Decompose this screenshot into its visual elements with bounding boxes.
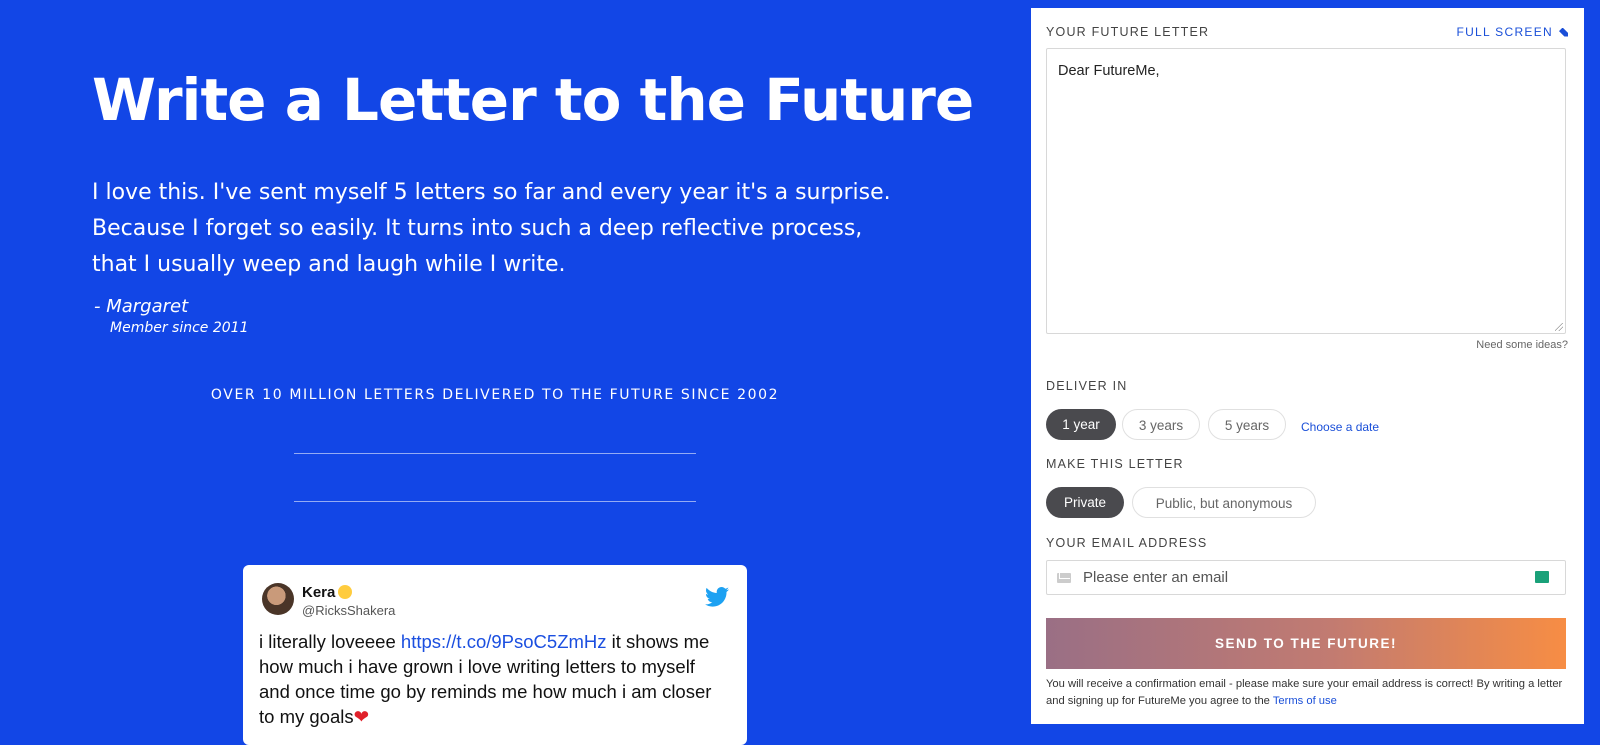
choose-date-link[interactable]: Choose a date	[1301, 420, 1379, 434]
full-screen-button[interactable]: FULL SCREEN	[1456, 25, 1568, 39]
full-screen-label: FULL SCREEN	[1456, 25, 1553, 39]
privacy-option-public[interactable]: Public, but anonymous	[1132, 487, 1316, 518]
testimonial-author: - Margaret	[94, 296, 189, 317]
resize-handle-icon[interactable]	[1555, 323, 1563, 331]
testimonial-member-since: Member since 2011	[110, 320, 249, 336]
letter-textarea[interactable]: Dear FutureMe,	[1046, 48, 1566, 334]
divider	[294, 501, 696, 502]
deliver-option-1-year[interactable]: 1 year	[1046, 409, 1116, 440]
stats-banner: OVER 10 MILLION LETTERS DELIVERED TO THE…	[210, 387, 780, 403]
tweet-link[interactable]: https://t.co/9PsoC5ZmHz	[401, 631, 607, 652]
fine-print: You will receive a confirmation email - …	[1046, 676, 1571, 710]
tweet-text-start: i literally loveeee	[259, 631, 401, 652]
tweet-author-name: Kera	[302, 584, 353, 601]
privacy-option-private[interactable]: Private	[1046, 487, 1124, 518]
divider	[294, 453, 696, 454]
deliver-label: DELIVER IN	[1046, 379, 1128, 393]
letter-form-panel: YOUR FUTURE LETTER FULL SCREEN Dear Futu…	[1031, 8, 1584, 724]
privacy-label: MAKE THIS LETTER	[1046, 457, 1184, 471]
avatar	[262, 583, 294, 615]
heart-icon: ❤	[353, 706, 370, 727]
tweet-card: Kera @RicksShakera i literally loveeee h…	[243, 565, 747, 745]
expand-icon	[1559, 28, 1568, 37]
twitter-bird-icon[interactable]	[705, 587, 729, 607]
testimonial-quote: I love this. I've sent myself 5 letters …	[92, 180, 891, 277]
email-field[interactable]: Please enter an email	[1046, 560, 1566, 595]
letter-label: YOUR FUTURE LETTER	[1046, 25, 1210, 39]
deliver-option-3-years[interactable]: 3 years	[1122, 409, 1200, 440]
email-label: YOUR EMAIL ADDRESS	[1046, 536, 1208, 550]
ideas-link[interactable]: Need some ideas?	[1476, 339, 1568, 351]
email-placeholder: Please enter an email	[1083, 569, 1229, 586]
tweet-handle: @RicksShakera	[302, 603, 396, 618]
deliver-option-5-years[interactable]: 5 years	[1208, 409, 1286, 440]
tweet-text: i literally loveeee https://t.co/9PsoC5Z…	[259, 629, 729, 729]
email-verify-icon	[1535, 571, 1549, 583]
emoji-icon	[338, 585, 353, 599]
tweet-author-name-text: Kera	[302, 584, 336, 601]
send-button[interactable]: SEND TO THE FUTURE!	[1046, 618, 1566, 669]
page-title: Write a Letter to the Future	[92, 66, 974, 134]
envelope-icon	[1057, 573, 1071, 583]
letter-text: Dear FutureMe,	[1058, 63, 1160, 79]
terms-link[interactable]: Terms of use	[1273, 695, 1337, 707]
